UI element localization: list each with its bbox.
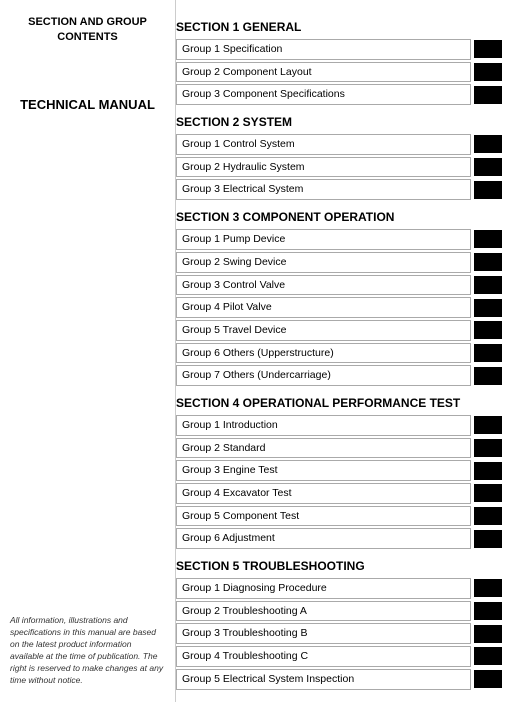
table-row: Group 2 Component Layout xyxy=(176,62,502,83)
right-panel: SECTION 1 GENERALGroup 1 SpecificationGr… xyxy=(175,0,510,702)
page-number-box xyxy=(474,416,502,434)
page-number-box xyxy=(474,40,502,58)
table-row: Group 1 Control System xyxy=(176,134,502,155)
page-number-box xyxy=(474,276,502,294)
table-row: Group 6 Adjustment xyxy=(176,528,502,549)
table-row: Group 1 Pump Device xyxy=(176,229,502,250)
page-number-box xyxy=(474,670,502,688)
page-number-box xyxy=(474,602,502,620)
table-row: Group 3 Electrical System xyxy=(176,179,502,200)
section-group-title: SECTION AND GROUP CONTENTS xyxy=(10,15,165,46)
page-number-box xyxy=(474,86,502,104)
list-item: Group 2 Swing Device xyxy=(176,252,471,273)
page-number-box xyxy=(474,625,502,643)
page-number-box xyxy=(474,253,502,271)
disclaimer-text: All information, illustrations and speci… xyxy=(10,605,165,686)
list-item: Group 1 Control System xyxy=(176,134,471,155)
table-row: Group 1 Diagnosing Procedure xyxy=(176,578,502,599)
section-header-2: SECTION 2 SYSTEM xyxy=(176,113,502,131)
page-number-box xyxy=(474,230,502,248)
page-number-box xyxy=(474,344,502,362)
page-number-box xyxy=(474,181,502,199)
table-row: Group 5 Electrical System Inspection xyxy=(176,669,502,690)
list-item: Group 3 Engine Test xyxy=(176,460,471,481)
table-row: Group 3 Troubleshooting B xyxy=(176,623,502,644)
table-row: Group 7 Others (Undercarriage) xyxy=(176,365,502,386)
list-item: Group 4 Troubleshooting C xyxy=(176,646,471,667)
list-item: Group 2 Standard xyxy=(176,438,471,459)
list-item: Group 3 Troubleshooting B xyxy=(176,623,471,644)
page-number-box xyxy=(474,462,502,480)
table-row: Group 6 Others (Upperstructure) xyxy=(176,343,502,364)
table-row: Group 2 Standard xyxy=(176,438,502,459)
list-item: Group 1 Specification xyxy=(176,39,471,60)
table-row: Group 2 Swing Device xyxy=(176,252,502,273)
page-number-box xyxy=(474,63,502,81)
list-item: Group 2 Component Layout xyxy=(176,62,471,83)
tech-manual-label: TECHNICAL MANUAL xyxy=(20,96,155,114)
section-header-5: SECTION 5 TROUBLESHOOTING xyxy=(176,557,502,575)
list-item: Group 7 Others (Undercarriage) xyxy=(176,365,471,386)
list-item: Group 4 Excavator Test xyxy=(176,483,471,504)
list-item: Group 5 Travel Device xyxy=(176,320,471,341)
page-number-box xyxy=(474,530,502,548)
table-row: Group 2 Hydraulic System xyxy=(176,157,502,178)
table-row: Group 3 Component Specifications xyxy=(176,84,502,105)
page-number-box xyxy=(474,158,502,176)
list-item: Group 6 Adjustment xyxy=(176,528,471,549)
list-item: Group 1 Pump Device xyxy=(176,229,471,250)
page-number-box xyxy=(474,439,502,457)
list-item: Group 2 Hydraulic System xyxy=(176,157,471,178)
table-row: Group 4 Troubleshooting C xyxy=(176,646,502,667)
table-row: Group 5 Component Test xyxy=(176,506,502,527)
page-number-box xyxy=(474,484,502,502)
table-row: Group 4 Pilot Valve xyxy=(176,297,502,318)
page-number-box xyxy=(474,507,502,525)
section-header-4: SECTION 4 OPERATIONAL PERFORMANCE TEST xyxy=(176,394,502,412)
list-item: Group 5 Component Test xyxy=(176,506,471,527)
list-item: Group 3 Control Valve xyxy=(176,275,471,296)
table-row: Group 2 Troubleshooting A xyxy=(176,601,502,622)
page-number-box xyxy=(474,579,502,597)
list-item: Group 1 Introduction xyxy=(176,415,471,436)
section-header-3: SECTION 3 COMPONENT OPERATION xyxy=(176,208,502,226)
page-number-box xyxy=(474,647,502,665)
page-number-box xyxy=(474,135,502,153)
list-item: Group 2 Troubleshooting A xyxy=(176,601,471,622)
page-number-box xyxy=(474,299,502,317)
table-row: Group 1 Introduction xyxy=(176,415,502,436)
table-row: Group 4 Excavator Test xyxy=(176,483,502,504)
list-item: Group 5 Electrical System Inspection xyxy=(176,669,471,690)
page-number-box xyxy=(474,321,502,339)
table-row: Group 1 Specification xyxy=(176,39,502,60)
section-header-1: SECTION 1 GENERAL xyxy=(176,18,502,36)
table-row: Group 3 Control Valve xyxy=(176,275,502,296)
list-item: Group 4 Pilot Valve xyxy=(176,297,471,318)
list-item: Group 3 Component Specifications xyxy=(176,84,471,105)
list-item: Group 1 Diagnosing Procedure xyxy=(176,578,471,599)
table-row: Group 5 Travel Device xyxy=(176,320,502,341)
table-row: Group 3 Engine Test xyxy=(176,460,502,481)
list-item: Group 6 Others (Upperstructure) xyxy=(176,343,471,364)
page-number-box xyxy=(474,367,502,385)
left-panel: SECTION AND GROUP CONTENTS TECHNICAL MAN… xyxy=(0,0,175,702)
list-item: Group 3 Electrical System xyxy=(176,179,471,200)
